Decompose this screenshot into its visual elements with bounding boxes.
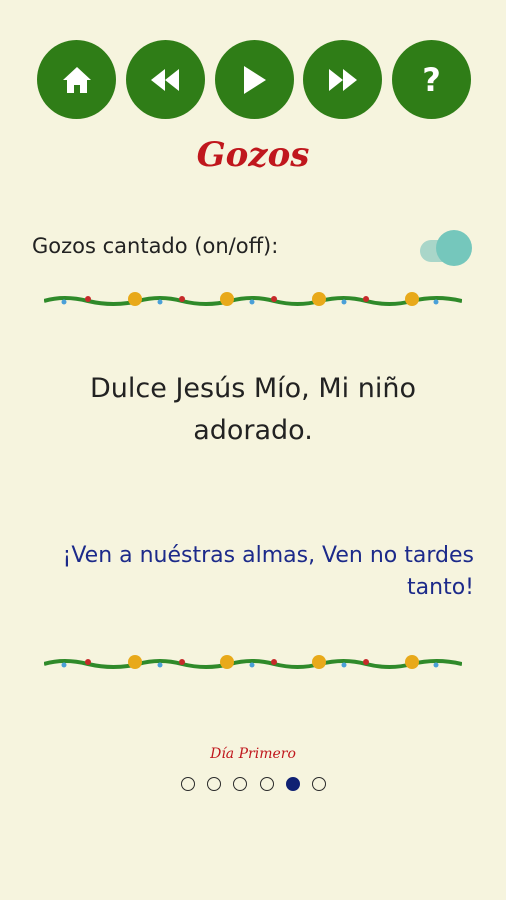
singing-toggle-row: Gozos cantado (on/off):: [32, 228, 472, 268]
play-button[interactable]: [214, 40, 294, 119]
page-indicator: [181, 777, 326, 795]
page-dot[interactable]: [181, 777, 195, 791]
help-button[interactable]: ?: [392, 40, 471, 119]
rewind-icon: [151, 68, 180, 91]
prayer-response: ¡Ven a nuéstras almas, Ven no tardes tan…: [62, 543, 475, 600]
page-title: Gozos: [196, 135, 310, 175]
home-icon: [62, 66, 91, 93]
previous-button[interactable]: [125, 40, 205, 119]
question-icon: ?: [422, 60, 441, 99]
next-button[interactable]: [303, 40, 383, 119]
toggle-knob[interactable]: [436, 230, 472, 266]
garland-divider-bottom: [44, 655, 462, 669]
page-dot[interactable]: [259, 777, 274, 791]
play-icon: [244, 65, 266, 94]
page-dot[interactable]: [207, 777, 222, 791]
home-button[interactable]: [37, 40, 116, 119]
page-dot[interactable]: [285, 777, 300, 791]
page-dot[interactable]: [311, 777, 326, 791]
prayer-line: Dulce Jesús Mío, Mi niño adorado.: [90, 373, 416, 446]
fast-forward-icon: [328, 68, 357, 91]
day-label: Día Primero: [210, 746, 296, 762]
toggle-label: Gozos cantado (on/off):: [32, 234, 279, 258]
toolbar: ?: [37, 40, 471, 120]
page-dot[interactable]: [233, 777, 248, 791]
garland-divider-top: [44, 292, 462, 306]
